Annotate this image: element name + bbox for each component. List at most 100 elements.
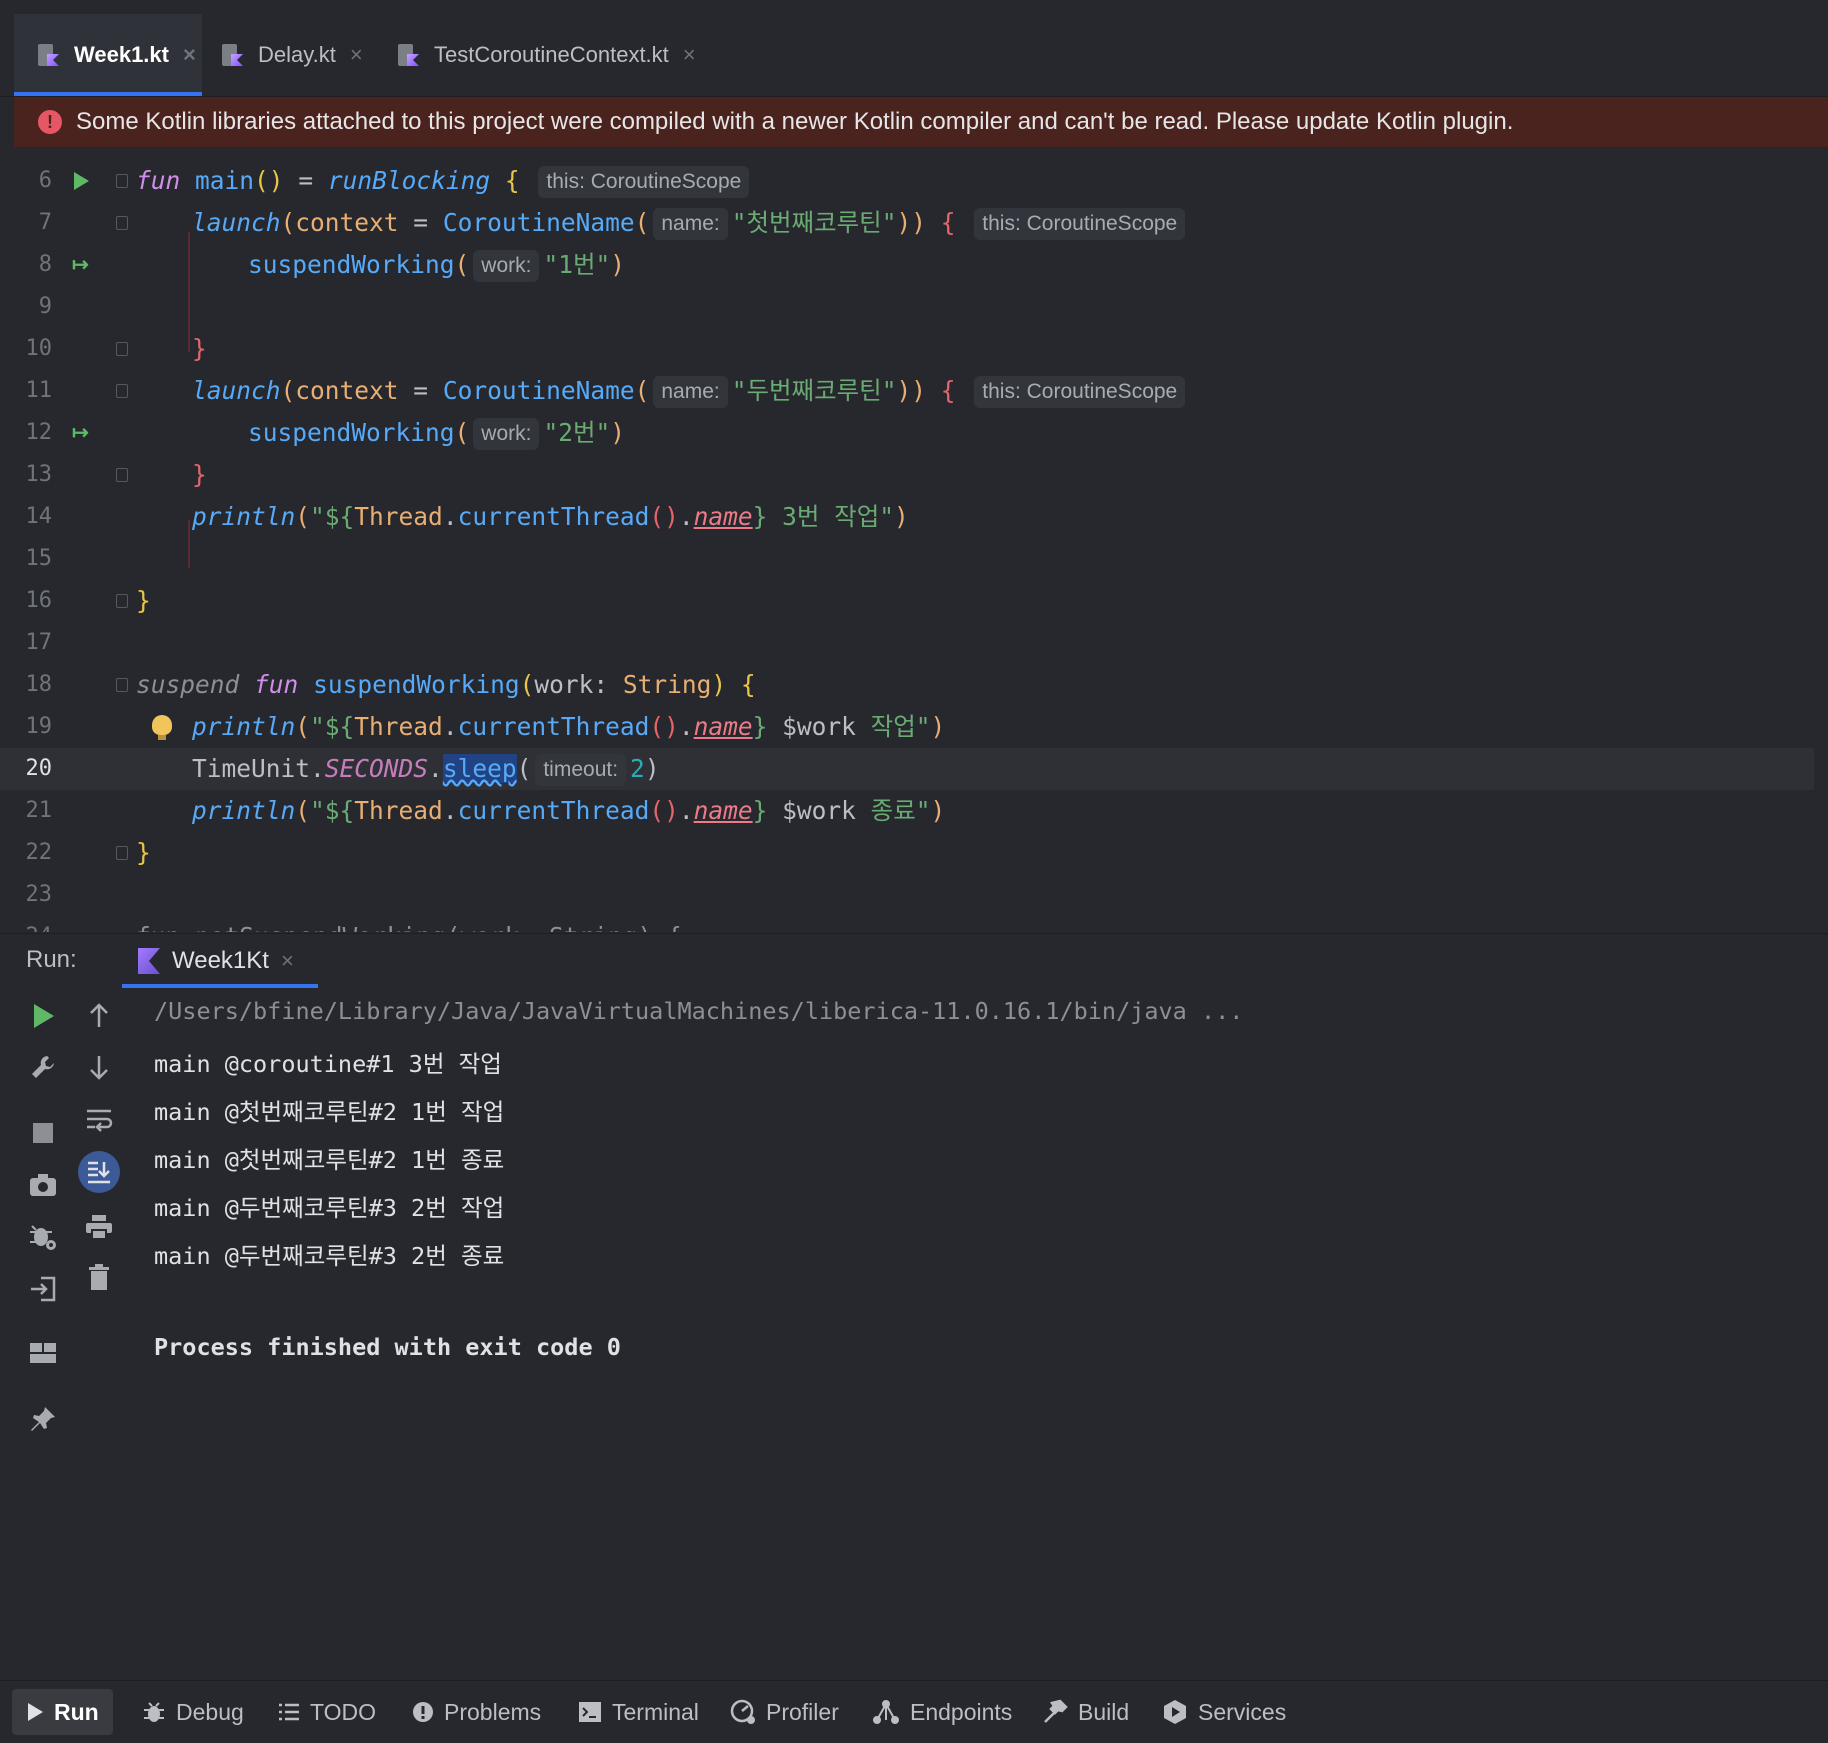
fold-icon[interactable]	[116, 594, 128, 608]
close-icon[interactable]: ×	[183, 42, 196, 68]
named-arg: context	[295, 208, 399, 237]
function-call: println	[192, 796, 296, 825]
toolwindow-problems[interactable]: Problems	[398, 1689, 555, 1735]
keyword: fun	[254, 670, 299, 699]
code-line-20[interactable]: 20 TimeUnit.SECONDS.sleep(timeout: 2)	[0, 748, 1814, 790]
paren: (	[454, 250, 470, 279]
class-name: TimeUnit	[192, 754, 311, 783]
code-line-6[interactable]: 6 fun main() = runBlocking { this: Corou…	[0, 160, 1814, 202]
fold-icon[interactable]	[116, 468, 128, 482]
layout-icon[interactable]	[26, 1336, 60, 1370]
run-icon[interactable]	[26, 999, 60, 1033]
code-line-14[interactable]: 14 println("${Thread.currentThread().nam…	[0, 496, 1814, 538]
line-number: 8	[38, 252, 52, 277]
selected-identifier[interactable]: sleep	[442, 754, 517, 783]
print-icon[interactable]	[82, 1210, 116, 1244]
brace: {	[940, 376, 956, 405]
line-number: 13	[25, 462, 53, 487]
operator: =	[398, 376, 443, 405]
line-number: 22	[25, 840, 53, 865]
run-config-tab[interactable]: Week1Kt ×	[122, 934, 318, 988]
line-number: 14	[25, 504, 53, 529]
code-line-7[interactable]: 7 launch(context = CoroutineName(name: "첫…	[0, 202, 1814, 244]
pin-icon[interactable]	[26, 1402, 60, 1436]
code-line-10[interactable]: 10 }	[0, 328, 1814, 370]
editor-tab-bar: Week1.kt × Delay.kt × TestCoroutineConte…	[0, 0, 1828, 97]
debug-settings-icon[interactable]	[26, 1220, 60, 1254]
fold-icon[interactable]	[116, 678, 128, 692]
inlay-hint: work:	[473, 250, 540, 282]
fold-icon[interactable]	[116, 174, 128, 188]
code-line-24[interactable]: 24 fun notSuspendWorking(work: String) {	[0, 916, 1814, 932]
fold-icon[interactable]	[116, 846, 128, 860]
class-name: Thread	[354, 502, 443, 531]
tab-delay-kt[interactable]: Delay.kt ×	[220, 14, 363, 96]
wrench-icon[interactable]	[26, 1050, 60, 1084]
toolwindow-terminal[interactable]: Terminal	[564, 1689, 713, 1735]
paren: )	[610, 418, 626, 447]
code-line-22[interactable]: 22 }	[0, 832, 1814, 874]
fold-icon[interactable]	[116, 342, 128, 356]
exit-icon[interactable]	[26, 1272, 60, 1306]
code-line-23[interactable]: 23	[0, 874, 1814, 916]
line-number: 10	[25, 336, 53, 361]
number-literal: 2	[630, 754, 645, 783]
tab-week1-kt[interactable]: Week1.kt ×	[14, 14, 202, 96]
class-name: Thread	[354, 712, 443, 741]
console-line: main @coroutine#1 3번 작업	[154, 1050, 502, 1078]
toolwindow-run[interactable]: Run	[12, 1689, 113, 1735]
close-icon[interactable]: ×	[683, 42, 696, 68]
toolwindow-todo[interactable]: TODO	[264, 1689, 390, 1735]
dot: .	[428, 754, 443, 783]
dot: .	[678, 712, 694, 741]
stop-icon[interactable]	[26, 1116, 60, 1150]
run-gutter-icon[interactable]	[74, 172, 89, 190]
code-line-15[interactable]: 15	[0, 538, 1814, 580]
close-icon[interactable]: ×	[281, 948, 294, 974]
lightbulb-icon[interactable]	[152, 715, 172, 740]
brace: }	[136, 586, 151, 615]
tab-testcoroutinecontext-kt[interactable]: TestCoroutineContext.kt ×	[396, 14, 696, 96]
soft-wrap-icon[interactable]	[82, 1104, 116, 1138]
line-number: 6	[38, 168, 52, 193]
inlay-hint: name:	[653, 208, 728, 240]
type-name: String	[622, 670, 712, 699]
arrow-down-icon[interactable]	[82, 1050, 116, 1084]
paren: (	[519, 670, 535, 699]
string-literal: "${	[310, 796, 355, 825]
code-line-12[interactable]: 12 ↦ suspendWorking(work: "2번")	[0, 412, 1814, 454]
code-line-13[interactable]: 13 }	[0, 454, 1814, 496]
code-line-8[interactable]: 8 ↦ suspendWorking(work: "1번")	[0, 244, 1814, 286]
code-line-11[interactable]: 11 launch(context = CoroutineName(name: "…	[0, 370, 1814, 412]
toolwindow-services[interactable]: Services	[1148, 1689, 1300, 1735]
kotlin-file-icon	[396, 42, 420, 68]
tab-label: Week1.kt	[74, 42, 169, 67]
dot: .	[442, 502, 458, 531]
fold-icon[interactable]	[116, 384, 128, 398]
brace: }	[136, 838, 151, 867]
toolwindow-debug[interactable]: Debug	[128, 1689, 258, 1735]
code-line-19[interactable]: 19 println("${Thread.currentThread().nam…	[0, 706, 1814, 748]
toolwindow-profiler[interactable]: Profiler	[716, 1689, 853, 1735]
paren: )	[894, 502, 909, 531]
toolwindow-endpoints[interactable]: Endpoints	[858, 1689, 1026, 1735]
function-call: runBlocking	[327, 166, 491, 195]
close-icon[interactable]: ×	[350, 42, 363, 68]
camera-icon[interactable]	[26, 1168, 60, 1202]
arrow-up-icon[interactable]	[82, 999, 116, 1033]
code-line-9[interactable]: 9	[0, 286, 1814, 328]
string-literal: "${	[310, 502, 355, 531]
code-editor[interactable]: 6 fun main() = runBlocking { this: Corou…	[0, 148, 1828, 932]
trash-icon[interactable]	[82, 1260, 116, 1294]
code-line-21[interactable]: 21 println("${Thread.currentThread().nam…	[0, 790, 1814, 832]
kotlin-file-icon	[220, 42, 244, 68]
code-line-16[interactable]: 16 }	[0, 580, 1814, 622]
code-line-18[interactable]: 18 suspend fun suspendWorking(work: Stri…	[0, 664, 1814, 706]
fold-icon[interactable]	[116, 216, 128, 230]
code-line-17[interactable]: 17	[0, 622, 1814, 664]
console-line: /Users/bfine/Library/Java/JavaVirtualMac…	[154, 997, 1244, 1025]
scroll-to-end-icon[interactable]	[78, 1151, 120, 1193]
toolwindow-build[interactable]: Build	[1028, 1689, 1143, 1735]
paren: )	[930, 796, 946, 825]
toolwindow-label: Profiler	[766, 1698, 839, 1725]
